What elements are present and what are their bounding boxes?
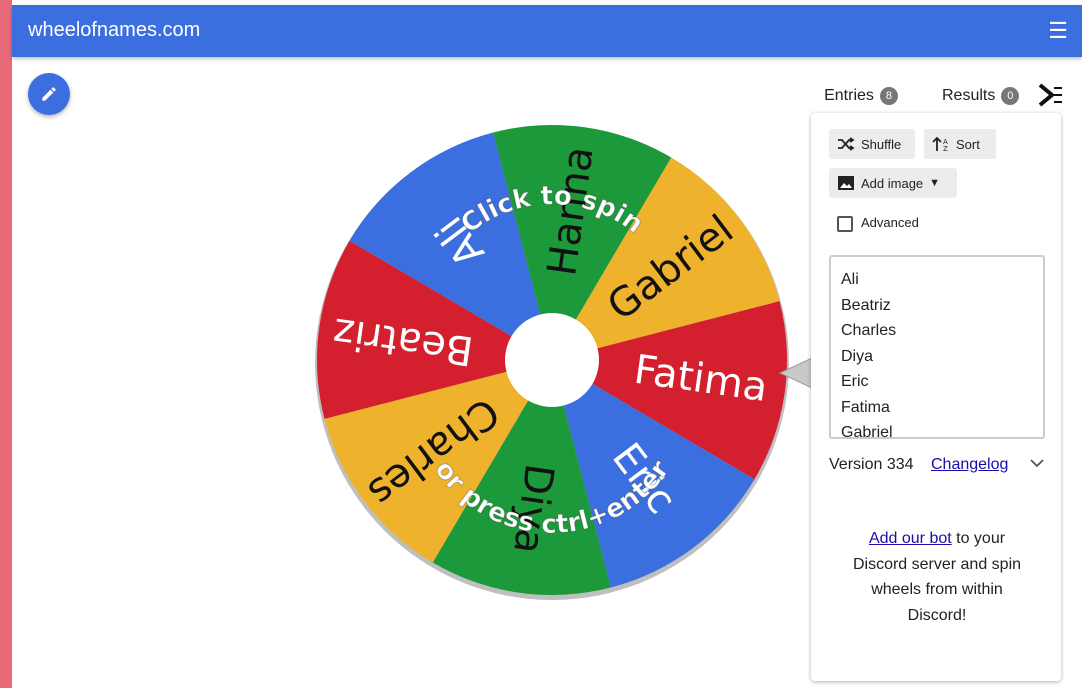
svg-text:Z: Z: [943, 145, 948, 152]
entry-line: Ali: [841, 271, 859, 288]
entries-panel: Shuffle AZ Sort Add image ▼ Advanced Ali…: [811, 113, 1061, 681]
top-bar: wheelofnames.com ☰: [12, 5, 1082, 57]
collapse-panel-icon[interactable]: [1034, 80, 1064, 115]
changelog-link[interactable]: Changelog: [931, 456, 1008, 474]
entry-line: Diya: [841, 347, 874, 365]
pencil-icon: [42, 87, 56, 101]
advanced-label: Advanced: [861, 215, 919, 230]
site-title[interactable]: wheelofnames.com: [28, 19, 200, 42]
wheel-hub[interactable]: [505, 313, 599, 407]
tab-entries-label: Entries: [824, 87, 874, 104]
sort-button[interactable]: AZ Sort: [924, 129, 996, 159]
advanced-checkbox[interactable]: [837, 216, 853, 232]
entry-line: Fatima: [841, 398, 890, 416]
entries-textarea[interactable]: Ali Beatriz Charles Diya Eric Fatima Gabriel: [829, 255, 1045, 439]
app-frame: wheelofnames.com ☰ Fatima Eric Diya Charles…: [12, 0, 1082, 688]
sort-label: Sort: [956, 136, 980, 152]
wheel[interactable]: FatimaEricDiyaCharlesBeatrizAli HannaGabr…: [292, 100, 813, 620]
shuffle-label: Shuffle: [861, 136, 902, 152]
add-bot-link[interactable]: Add our bot: [869, 530, 952, 547]
entry-line: Charles: [841, 322, 897, 339]
entries-count-badge: 8: [879, 87, 898, 105]
panel-tabs: Entries 8 Results 0: [812, 78, 1072, 116]
entry-line: Beatriz: [841, 296, 891, 314]
sort-icon: AZ: [932, 136, 948, 152]
discord-promo: Add our bot to your Discord server and s…: [851, 526, 1023, 628]
shuffle-icon: [838, 137, 855, 151]
chevron-down-icon[interactable]: [1029, 455, 1045, 476]
entry-line: Gabriel: [841, 424, 893, 439]
entry-line: Eric: [841, 373, 869, 390]
tab-entries[interactable]: Entries 8: [812, 78, 910, 116]
shuffle-button[interactable]: Shuffle: [829, 129, 915, 159]
version-text: Version 334: [829, 456, 914, 473]
edit-wheel-button[interactable]: [28, 73, 70, 115]
caret-down-icon: ▼: [929, 177, 941, 189]
add-image-label: Add image: [861, 175, 924, 191]
add-image-button[interactable]: Add image ▼: [829, 168, 957, 198]
tab-results[interactable]: Results 0: [942, 78, 1020, 114]
hamburger-menu-icon[interactable]: ☰: [1048, 18, 1068, 44]
results-count-badge: 0: [1001, 87, 1020, 105]
wheel-container[interactable]: Fatima Eric Diya Charles Beatriz Ali Hanna Gabr…: [292, 100, 813, 620]
tab-results-label: Results: [942, 87, 996, 104]
image-icon: [838, 176, 854, 190]
